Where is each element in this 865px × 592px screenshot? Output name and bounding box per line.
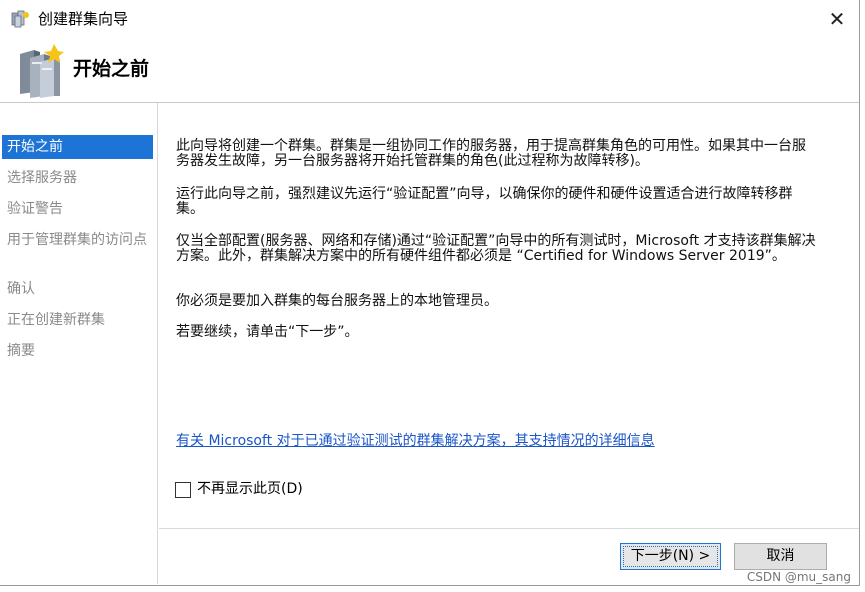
dont-show-again-checkbox[interactable] — [175, 482, 191, 498]
footer-divider — [159, 528, 859, 529]
admin-paragraph: 你必须是要加入群集的每台服务器上的本地管理员。 — [176, 293, 498, 309]
cluster-servers-icon — [20, 44, 64, 98]
nav-step-validation-warning: 验证警告 — [7, 201, 63, 217]
cancel-button[interactable]: 取消 — [734, 543, 827, 570]
next-button[interactable]: 下一步(N) > — [620, 543, 721, 570]
nav-step-summary: 摘要 — [7, 343, 35, 359]
nav-step-confirmation: 确认 — [7, 281, 35, 297]
nav-step-access-point: 用于管理群集的访问点 — [7, 232, 147, 248]
title-bar: 创建群集向导 ✕ — [0, 0, 859, 38]
nav-step-select-servers: 选择服务器 — [7, 170, 77, 186]
support-info-link[interactable]: 有关 Microsoft 对于已通过验证测试的群集解决方案，其支持情况的详细信息 — [176, 433, 655, 450]
wizard-content: 此向导将创建一个群集。群集是一组协同工作的服务器，用于提高群集角色的可用性。如果… — [159, 103, 859, 584]
wizard-steps-nav: 开始之前 选择服务器 验证警告 用于管理群集的访问点 确认 正在创建新群集 摘要 — [0, 103, 158, 584]
wizard-window: 创建群集向导 ✕ 开始之前 开始之前 选择服务器 验证警告 用于管理群集的访问点… — [0, 0, 860, 586]
support-paragraph: 仅当全部配置(服务器、网络和存储)通过“验证配置”向导中的所有测试时，Micro… — [176, 233, 816, 264]
page-title: 开始之前 — [73, 58, 150, 80]
validation-paragraph: 运行此向导之前，强烈建议先运行“验证配置”向导，以确保你的硬件和硬件设置适合进行… — [176, 186, 793, 217]
dont-show-again-label[interactable]: 不再显示此页(D) — [197, 481, 303, 498]
intro-paragraph: 此向导将创建一个群集。群集是一组协同工作的服务器，用于提高群集角色的可用性。如果… — [176, 138, 806, 169]
cluster-app-icon — [11, 10, 29, 28]
window-title: 创建群集向导 — [38, 10, 129, 28]
watermark-text: CSDN @mu_sang — [746, 570, 851, 584]
continue-paragraph: 若要继续，请单击“下一步”。 — [176, 324, 359, 340]
close-button[interactable]: ✕ — [819, 4, 855, 34]
nav-step-creating-cluster: 正在创建新群集 — [7, 312, 105, 328]
wizard-header: 开始之前 — [0, 38, 859, 102]
close-icon: ✕ — [828, 7, 846, 31]
nav-step-before-you-begin[interactable]: 开始之前 — [2, 135, 153, 159]
